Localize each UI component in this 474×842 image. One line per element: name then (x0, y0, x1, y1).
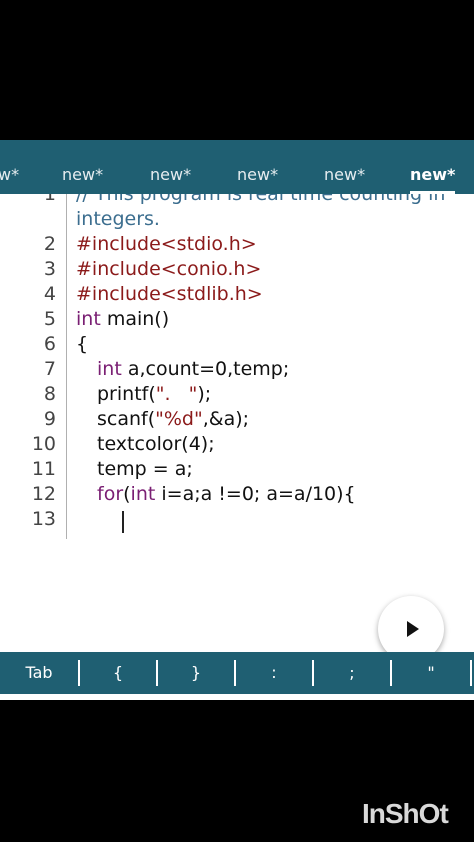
code-pre: scanf( (97, 408, 156, 430)
inshot-watermark: InShOt (362, 798, 449, 829)
play-icon (407, 621, 419, 637)
keyword: int (97, 358, 122, 380)
code-rest: i=a;a !=0; a=a/10){ (155, 483, 356, 505)
line-number: 13 (31, 508, 56, 530)
line-number: 11 (31, 458, 56, 480)
key-colon[interactable]: : (236, 652, 312, 694)
code-text: int main() (76, 307, 169, 332)
code-line-1-wrap: integers. (0, 207, 474, 232)
comment-text: integers. (76, 208, 160, 230)
key-separator (470, 660, 472, 686)
code-line-10: 10 textcolor(4); (0, 432, 474, 457)
code-line-2: 2 #include<stdio.h> (0, 232, 474, 257)
code-line-6: 6 { (0, 332, 474, 357)
code-line-11: 11 temp = a; (0, 457, 474, 482)
code-line-3: 3 #include<conio.h> (0, 257, 474, 282)
code-rest: main() (100, 308, 170, 330)
line-number: 4 (43, 283, 56, 305)
string-literal: ". " (155, 383, 198, 405)
keyword: int (130, 483, 156, 505)
keyword: for (97, 483, 124, 505)
include-directive: #include<stdio.h> (76, 233, 257, 255)
bottom-strip (0, 694, 474, 700)
code-text: textcolor(4); (97, 433, 215, 455)
line-number: 2 (43, 233, 56, 255)
line-number: 1 (43, 194, 56, 205)
code-text: scanf("%d",&a); (97, 407, 249, 432)
code-text: printf(". "); (97, 382, 211, 407)
line-number: 3 (43, 258, 56, 280)
code-pre: printf( (97, 383, 156, 405)
string-literal: "%d" (155, 408, 203, 430)
tab-new-active[interactable]: new* (410, 140, 456, 194)
code-line-13: 13 (0, 507, 474, 532)
tab-new-2[interactable]: new* (150, 140, 191, 194)
extra-keys-bar: Tab { } : ; " (0, 652, 474, 694)
code-line-12: 12 for(int i=a;a !=0; a=a/10){ (0, 482, 474, 507)
code-text: int a,count=0,temp; (97, 357, 289, 382)
code-post: ); (197, 383, 212, 405)
code-line-1: 1 // This program is real time counting … (0, 194, 474, 207)
code-text: temp = a; (97, 458, 193, 480)
code-line-5: 5 int main() (0, 307, 474, 332)
line-number: 9 (43, 408, 56, 430)
code-post: ,&a); (202, 408, 250, 430)
key-open-brace[interactable]: { (80, 652, 156, 694)
key-tab[interactable]: Tab (0, 652, 78, 694)
file-tab-bar: w* new* new* new* new* new* (0, 140, 474, 194)
code-line-4: 4 #include<stdlib.h> (0, 282, 474, 307)
key-quote[interactable]: " (392, 652, 470, 694)
code-text: { (76, 333, 89, 355)
include-directive: #include<stdlib.h> (76, 283, 263, 305)
line-number: 8 (43, 383, 56, 405)
line-number: 12 (31, 483, 56, 505)
text-cursor (122, 511, 124, 533)
code-text: for(int i=a;a !=0; a=a/10){ (97, 483, 356, 505)
line-number: 10 (31, 433, 56, 455)
key-semicolon[interactable]: ; (314, 652, 390, 694)
code-rest: a,count=0,temp; (121, 358, 290, 380)
tab-new-4[interactable]: new* (324, 140, 365, 194)
line-number: 5 (43, 308, 56, 330)
code-editor[interactable]: 1 // This program is real time counting … (0, 194, 474, 652)
include-directive: #include<conio.h> (76, 258, 262, 280)
tab-new-1[interactable]: new* (62, 140, 103, 194)
tab-new-3[interactable]: new* (237, 140, 278, 194)
code-line-9: 9 scanf("%d",&a); (0, 407, 474, 432)
code-line-7: 7 int a,count=0,temp; (0, 357, 474, 382)
line-number: 7 (43, 358, 56, 380)
code-line-8: 8 printf(". "); (0, 382, 474, 407)
tab-partial[interactable]: w* (0, 140, 19, 194)
line-number: 6 (43, 333, 56, 355)
comment-text: // This program is real time counting in (76, 194, 446, 205)
key-close-brace[interactable]: } (158, 652, 234, 694)
keyword: int (76, 308, 101, 330)
